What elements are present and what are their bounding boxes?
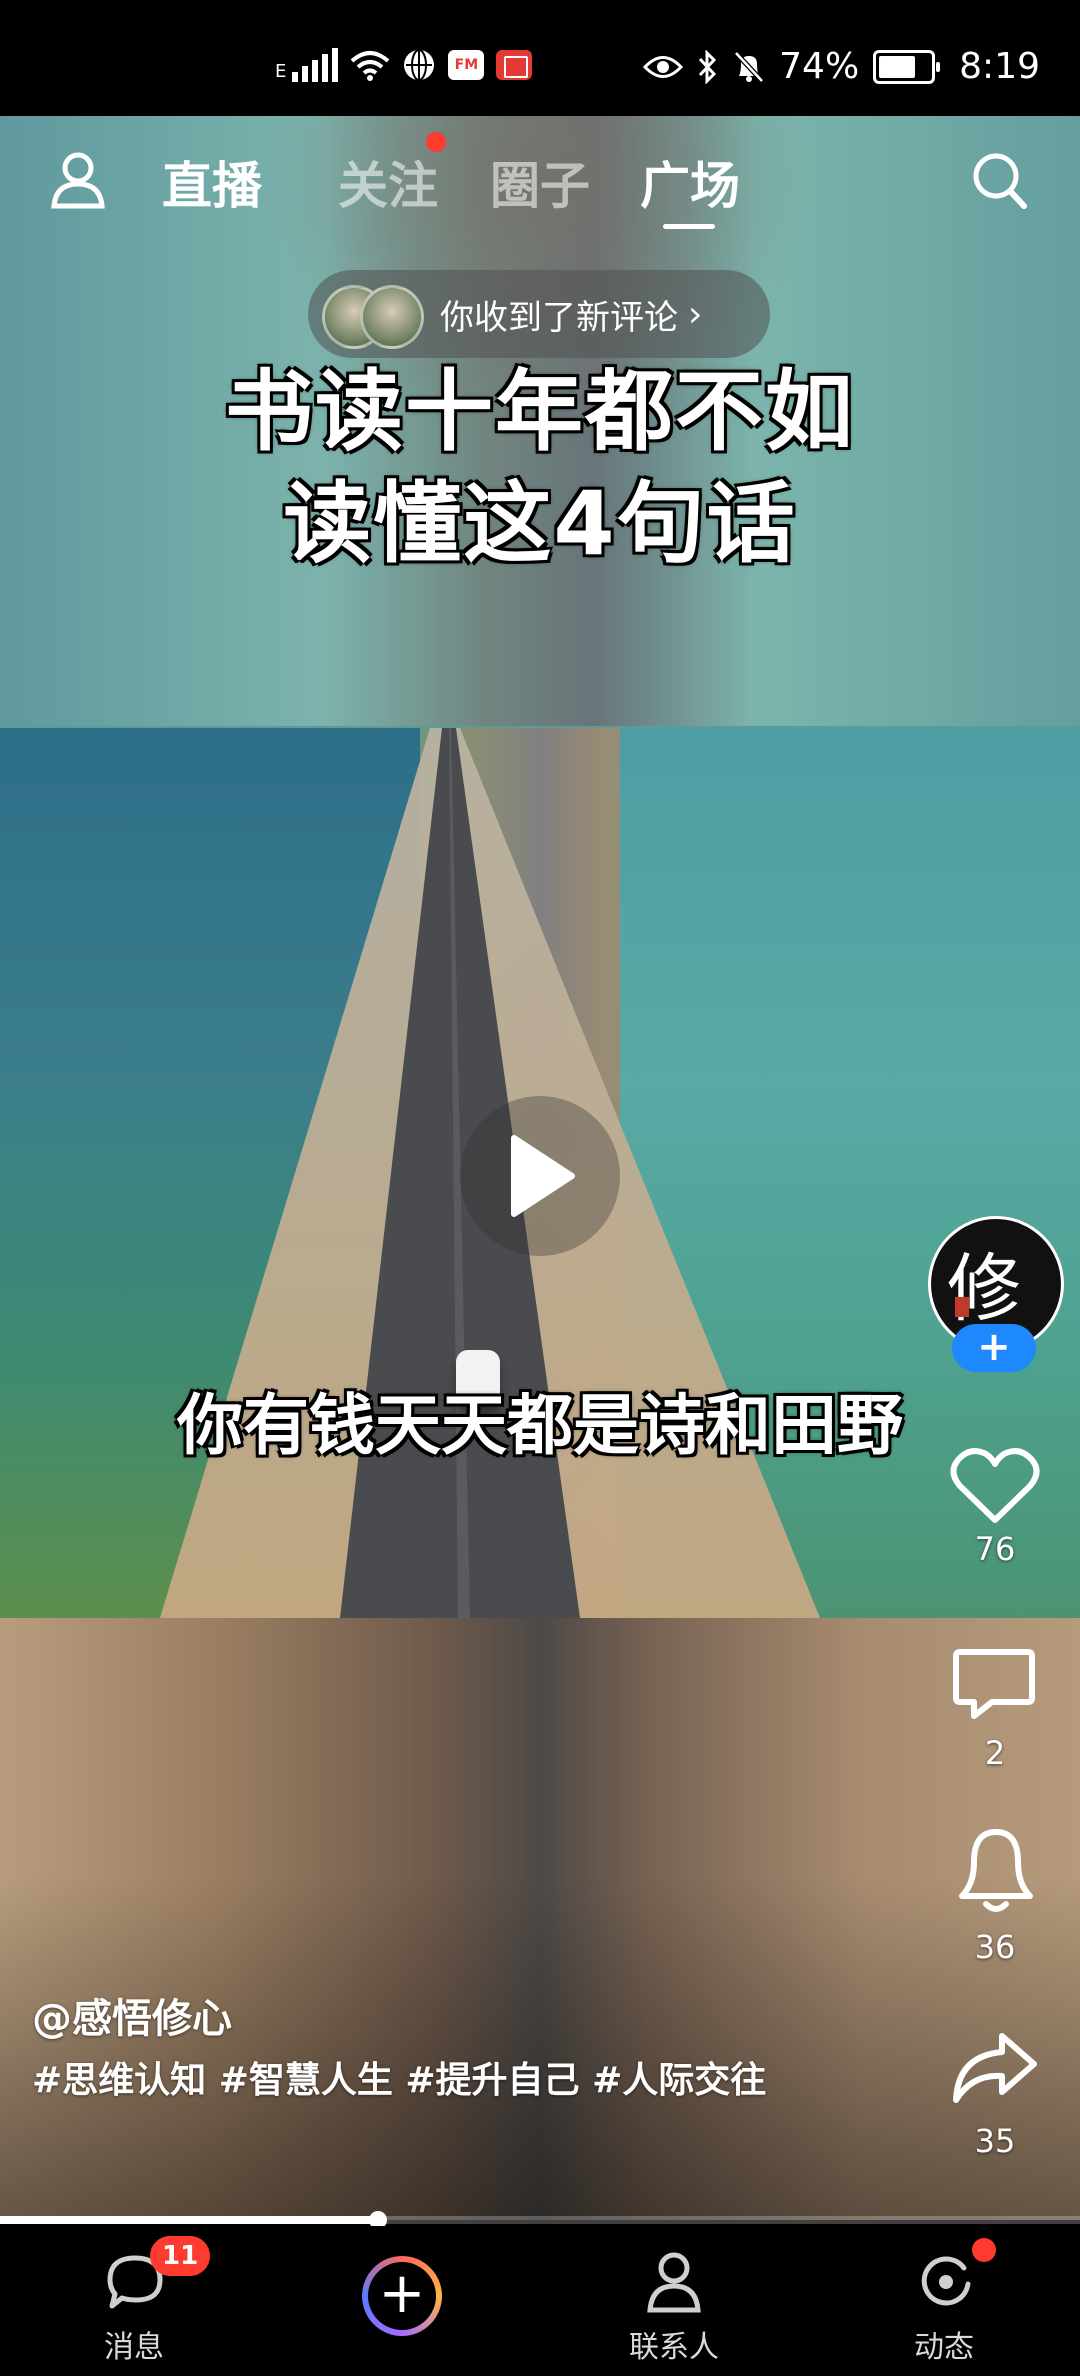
creator-avatar-text: 修 <box>947 1246 1021 1332</box>
tab-moments[interactable]: 动态 <box>844 2226 1044 2376</box>
tab-messages[interactable]: 11 消息 <box>34 2226 234 2376</box>
globe-app-icon <box>404 49 435 81</box>
search-icon[interactable] <box>970 150 1030 212</box>
following-red-dot <box>426 132 446 152</box>
video-title-line1: 书读十年都不如 <box>224 360 855 463</box>
post-author[interactable]: @感悟修心 <box>32 1986 232 2044</box>
play-icon <box>511 1135 575 1217</box>
eye-icon <box>643 55 684 78</box>
video-subtitle: 你有钱天天都是诗和田野 <box>177 1387 903 1464</box>
video-title-line2: 读懂这4句话 <box>283 472 797 575</box>
create-post-button[interactable]: + <box>362 2256 442 2336</box>
new-comment-notice[interactable]: 你收到了新评论 › <box>308 270 770 358</box>
battery-icon <box>873 49 941 84</box>
moments-refresh-icon <box>921 2256 971 2306</box>
profile-icon[interactable] <box>50 150 106 210</box>
like-heart-icon[interactable] <box>950 1446 1040 1526</box>
tab-following[interactable]: 关注 <box>338 146 438 218</box>
follow-button[interactable]: + <box>952 1324 1036 1372</box>
cellular-signal-icon: E <box>275 48 339 82</box>
status-bar: E FM 74% 8:19 <box>0 0 1080 116</box>
favorite-bell-icon[interactable] <box>956 1826 1036 1916</box>
top-nav: 直播 关注 圈子 广场 <box>0 116 1080 256</box>
avatar <box>360 285 424 349</box>
clock: 8:19 <box>959 46 1040 87</box>
bottom-nav: 11 消息 + 联系人 动态 <box>0 2226 1080 2376</box>
active-tab-indicator <box>663 224 715 229</box>
moments-red-dot <box>972 2238 996 2262</box>
share-arrow-icon[interactable] <box>952 2030 1038 2104</box>
favorite-count: 36 <box>974 1928 1016 1966</box>
red-seal-mark <box>955 1297 969 1317</box>
post-hashtags[interactable]: #思维认知 #智慧人生 #提升自己 #人际交往 <box>32 2056 772 2106</box>
tab-square[interactable]: 广场 <box>640 146 740 218</box>
bottom-shade <box>0 1876 1080 2220</box>
live-tab[interactable]: 直播 <box>162 146 262 218</box>
video-progress-fill <box>0 2216 378 2224</box>
tab-contacts[interactable]: 联系人 <box>574 2226 774 2376</box>
wifi-icon <box>351 51 390 81</box>
video-progress-bar[interactable] <box>0 2211 1080 2229</box>
tab-circles[interactable]: 圈子 <box>490 146 590 218</box>
tab-messages-label: 消息 <box>104 2330 164 2365</box>
messages-badge: 11 <box>150 2236 211 2276</box>
tab-moments-label: 动态 <box>914 2330 974 2365</box>
status-left-icons: E FM <box>275 48 533 82</box>
fm-app-icon: FM <box>448 50 485 80</box>
bluetooth-icon <box>699 49 717 84</box>
mute-bell-icon <box>734 50 764 83</box>
chevron-right-icon: › <box>688 293 703 335</box>
contacts-person-icon <box>647 2252 701 2313</box>
like-count: 76 <box>974 1530 1016 1568</box>
comment-icon[interactable] <box>952 1648 1036 1720</box>
status-right-icons: 74% 8:19 <box>643 46 1040 87</box>
comment-count: 2 <box>984 1734 1006 1772</box>
plus-icon: + <box>378 2261 426 2326</box>
video-title: 书读十年都不如 读懂这4句话 <box>0 356 1080 580</box>
notice-text: 你收到了新评论 <box>440 297 678 338</box>
battery-percent: 74% <box>779 46 860 87</box>
play-button[interactable] <box>460 1096 620 1256</box>
share-count: 35 <box>974 2122 1016 2160</box>
notice-avatars <box>322 279 432 349</box>
book-app-icon <box>496 50 533 80</box>
tab-contacts-label: 联系人 <box>629 2330 719 2365</box>
